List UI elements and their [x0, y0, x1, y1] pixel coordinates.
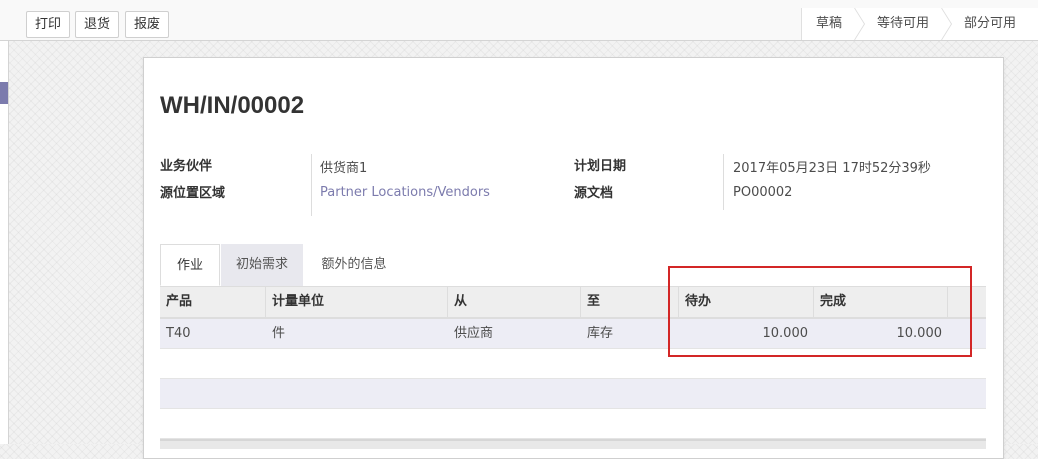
- left-strip: [0, 0, 9, 444]
- scrap-button[interactable]: 报废: [125, 11, 169, 38]
- scheduled-date-label: 计划日期: [574, 159, 627, 174]
- page-title: WH/IN/00002: [160, 92, 305, 119]
- tab-initial-demand[interactable]: 初始需求: [221, 244, 303, 286]
- column-header-product[interactable]: 产品: [160, 287, 266, 317]
- source-location-label: 源位置区域: [160, 186, 226, 201]
- cell-product: T40: [166, 326, 191, 341]
- tab-additional-info[interactable]: 额外的信息: [308, 244, 400, 286]
- status-waiting[interactable]: 等待可用: [853, 8, 953, 40]
- tab-operations[interactable]: 作业: [160, 244, 220, 286]
- cell-uom: 件: [272, 326, 286, 341]
- left-accent-marker: [0, 82, 8, 104]
- source-document-value[interactable]: PO00002: [733, 185, 792, 200]
- partner-value[interactable]: 供货商1: [320, 157, 367, 176]
- status-bar: 草稿 等待可用 部分可用: [800, 8, 1038, 40]
- control-panel: 打印 退货 报废 草稿 等待可用 部分可用: [0, 0, 1038, 41]
- column-header-from[interactable]: 从: [448, 287, 581, 317]
- table-footer: [160, 439, 986, 449]
- field-divider-right: [723, 154, 724, 210]
- status-draft[interactable]: 草稿: [800, 8, 865, 40]
- field-divider-left: [311, 154, 312, 216]
- source-document-label: 源文档: [574, 186, 614, 201]
- scheduled-date-value[interactable]: 2017年05月23日 17时52分39秒: [733, 157, 931, 176]
- table-row-empty: [160, 379, 986, 409]
- return-button[interactable]: 退货: [75, 11, 119, 38]
- status-partially-available[interactable]: 部分可用: [940, 8, 1038, 40]
- partner-label: 业务伙伴: [160, 159, 213, 174]
- column-header-uom[interactable]: 计量单位: [266, 287, 448, 317]
- table-row-empty: [160, 409, 986, 439]
- cell-from: 供应商: [454, 326, 494, 341]
- highlight-box: [668, 266, 972, 357]
- cell-to: 库存: [587, 326, 614, 341]
- column-header-to[interactable]: 至: [581, 287, 679, 317]
- source-location-link[interactable]: Partner Locations/Vendors: [320, 185, 490, 200]
- print-button[interactable]: 打印: [26, 11, 70, 38]
- form-sheet: WH/IN/00002 业务伙伴 源位置区域 供货商1 Partner Loca…: [143, 57, 1004, 459]
